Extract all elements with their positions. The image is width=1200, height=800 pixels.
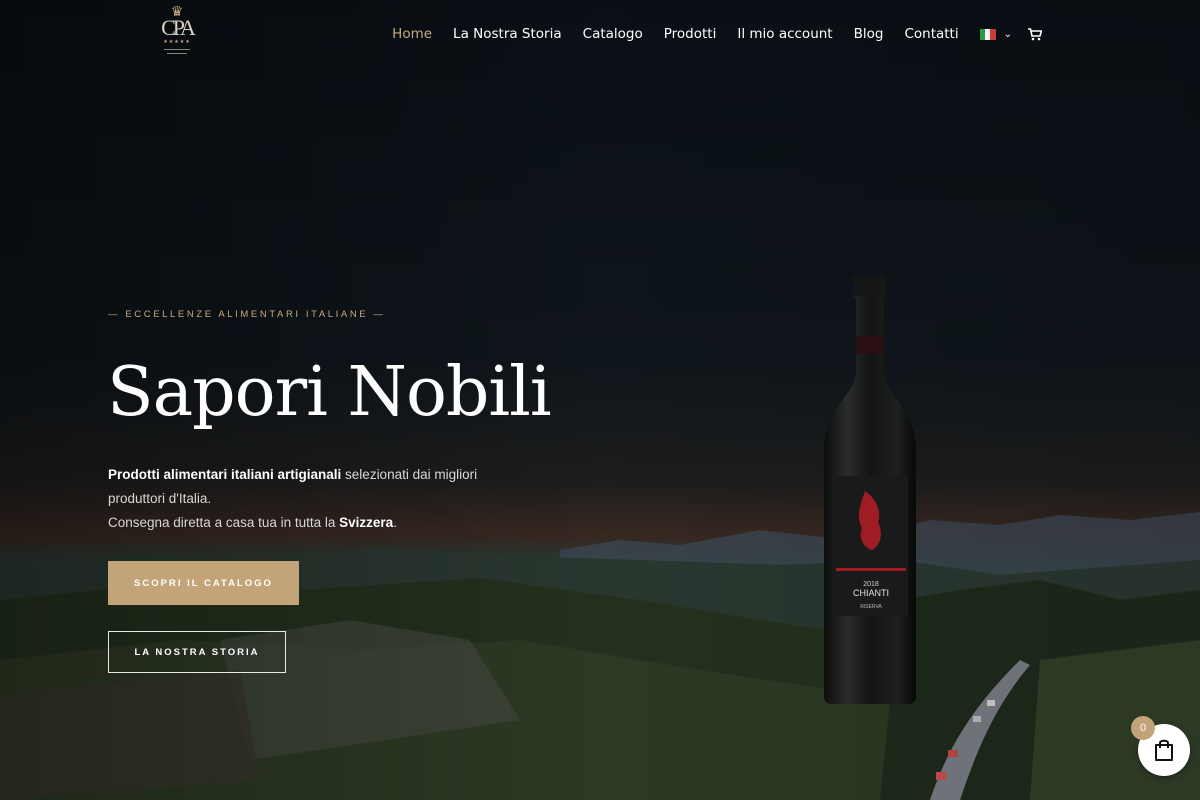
nav-il-mio-account[interactable]: Il mio account (737, 26, 832, 42)
hero-description: Prodotti alimentari italiani artigianali… (108, 463, 488, 535)
desc-bold-1: Prodotti alimentari italiani artigianali (108, 467, 342, 482)
logo-stars: ★★★★★ (163, 39, 191, 45)
nav-home[interactable]: Home (392, 26, 432, 42)
nav-la-nostra-storia[interactable]: La Nostra Storia (453, 26, 562, 42)
main-nav: Home La Nostra Storia Catalogo Prodotti … (371, 26, 1042, 42)
bottle-name: CHIANTI (853, 588, 889, 598)
logo-line (164, 49, 190, 50)
logo[interactable]: ♛ CPA ★★★★★ (160, 4, 196, 68)
logo-mark: CPA (161, 15, 196, 40)
nav-blog[interactable]: Blog (854, 26, 884, 42)
desc-end: . (393, 515, 397, 530)
chevron-down-icon[interactable]: ⌄ (1004, 29, 1012, 40)
shopping-bag-icon (1155, 739, 1173, 761)
cart-icon[interactable] (1028, 27, 1042, 41)
nav-contatti[interactable]: Contatti (904, 26, 958, 42)
hero-title: Sapori Nobili (107, 353, 552, 432)
logo-line (167, 53, 187, 54)
wine-bottle-image: 2018 CHIANTI RISERVA (824, 276, 916, 704)
bottle-year: 2018 (863, 581, 879, 588)
bottle-sub: RISERVA (860, 604, 882, 610)
site-header: ♛ CPA ★★★★★ Home La Nostra Storia Catalo… (0, 0, 1200, 72)
la-nostra-storia-button[interactable]: LA NOSTRA STORIA (108, 631, 286, 673)
scopri-catalogo-button[interactable]: SCOPRI IL CATALOGO (108, 561, 299, 605)
hero-eyebrow: — ECCELLENZE ALIMENTARI ITALIANE — (108, 309, 386, 320)
nav-catalogo[interactable]: Catalogo (583, 26, 643, 42)
italian-flag-icon[interactable] (979, 28, 996, 40)
desc-text-2: Consegna diretta a casa tua in tutta la (108, 515, 340, 530)
cart-count-badge: 0 (1131, 716, 1155, 740)
desc-bold-2: Svizzera (339, 515, 394, 530)
nav-prodotti[interactable]: Prodotti (664, 26, 717, 42)
